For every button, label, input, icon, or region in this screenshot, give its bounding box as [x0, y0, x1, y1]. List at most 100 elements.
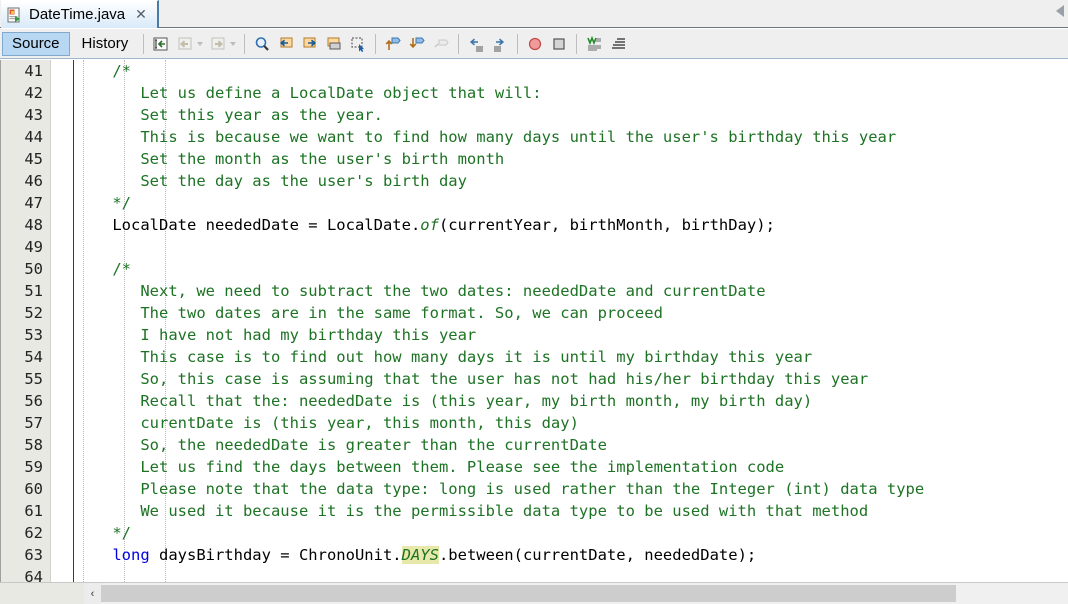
code-line[interactable]: This is because we want to find how many…	[75, 126, 1068, 148]
back-icon[interactable]	[174, 33, 196, 55]
editor-tab-bar: DateTime.java ✕	[0, 0, 1068, 28]
code-line[interactable]: */	[75, 522, 1068, 544]
code-line[interactable]: Let us define a LocalDate object that wi…	[75, 82, 1068, 104]
code-line[interactable]: /*	[75, 258, 1068, 280]
line-number: 43	[24, 106, 43, 124]
line-number: 56	[24, 392, 43, 410]
code-line[interactable]	[75, 566, 1068, 582]
line-number: 46	[24, 172, 43, 190]
code-token: Let us define a LocalDate object that wi…	[75, 84, 542, 102]
code-token: Set the day as the user's birth day	[75, 172, 467, 190]
code-token: I have not had my birthday this year	[75, 326, 477, 344]
tab-history[interactable]: History	[72, 32, 139, 56]
toolbar-separator	[375, 33, 377, 54]
last-edit-icon[interactable]	[150, 33, 172, 55]
java-file-icon	[7, 7, 23, 23]
code-token: This case is to find out how many days i…	[75, 348, 813, 366]
line-number: 50	[24, 260, 43, 278]
line-number: 64	[24, 568, 43, 582]
scrollbar-corner	[0, 582, 84, 604]
code-token: Please note that the data type: long is …	[75, 480, 925, 498]
line-number: 48	[24, 216, 43, 234]
line-number: 59	[24, 458, 43, 476]
code-line[interactable]: So, the neededDate is greater than the c…	[75, 434, 1068, 456]
line-number: 52	[24, 304, 43, 322]
horizontal-scrollbar[interactable]: ‹	[0, 582, 1068, 604]
code-token: We used it because it is the permissible…	[75, 502, 869, 520]
tab-source[interactable]: Source	[2, 31, 70, 56]
editor-toolbar: Source History	[0, 29, 1068, 59]
tab-source-label: Source	[12, 35, 60, 52]
uncomment-icon[interactable]	[607, 33, 629, 55]
code-token: Let us find the days between them. Pleas…	[75, 458, 785, 476]
file-tab-datetime-java[interactable]: DateTime.java ✕	[1, 0, 159, 28]
code-line[interactable]: */	[75, 192, 1068, 214]
line-number: 63	[24, 546, 43, 564]
line-number: 41	[24, 62, 43, 80]
code-line[interactable]: Set the day as the user's birth day	[75, 170, 1068, 192]
toggle-bookmark-icon[interactable]	[430, 33, 452, 55]
code-token: Next, we need to subtract the two dates:…	[75, 282, 766, 300]
code-line[interactable]: Please note that the data type: long is …	[75, 478, 1068, 500]
code-token: (currentYear, birthMonth, birthDay);	[438, 216, 775, 234]
toolbar-separator	[576, 33, 578, 54]
code-line[interactable]: Let us find the days between them. Pleas…	[75, 456, 1068, 478]
stop-macro-recording-icon[interactable]	[548, 33, 570, 55]
code-token: .between(currentDate, neededDate);	[438, 546, 757, 564]
line-number: 57	[24, 414, 43, 432]
line-number: 47	[24, 194, 43, 212]
next-bookmark-icon[interactable]	[406, 33, 428, 55]
shift-line-left-icon[interactable]	[465, 33, 487, 55]
line-number: 62	[24, 524, 43, 542]
code-line[interactable]: I have not had my birthday this year	[75, 324, 1068, 346]
code-token: */	[75, 194, 131, 212]
scrollbar-track[interactable]	[101, 583, 1068, 604]
find-previous-icon[interactable]	[275, 33, 297, 55]
code-line[interactable]: /*	[75, 60, 1068, 82]
shift-line-right-icon[interactable]	[489, 33, 511, 55]
code-token: Set the month as the user's birth month	[75, 150, 505, 168]
line-number: 58	[24, 436, 43, 454]
forward-dropdown-icon[interactable]	[230, 41, 237, 46]
tab-history-label: History	[81, 35, 129, 52]
line-number: 42	[24, 84, 43, 102]
glyph-margin[interactable]	[52, 60, 74, 582]
find-next-icon[interactable]	[299, 33, 321, 55]
code-line[interactable]: long daysBirthday = ChronoUnit.DAYS.betw…	[75, 544, 1068, 566]
code-line[interactable]: Set this year as the year.	[75, 104, 1068, 126]
previous-bookmark-icon[interactable]	[382, 33, 404, 55]
toggle-rectangular-selection-icon[interactable]	[347, 33, 369, 55]
code-line[interactable]: We used it because it is the permissible…	[75, 500, 1068, 522]
code-line[interactable]: curentDate is (this year, this month, th…	[75, 412, 1068, 434]
find-selection-icon[interactable]	[251, 33, 273, 55]
code-line[interactable]: This case is to find out how many days i…	[75, 346, 1068, 368]
code-line[interactable]	[75, 236, 1068, 258]
start-macro-recording-icon[interactable]	[524, 33, 546, 55]
code-line[interactable]: Set the month as the user's birth month	[75, 148, 1068, 170]
scroll-left-icon[interactable]: ‹	[84, 583, 101, 604]
horizontal-scroll-thumb[interactable]	[101, 585, 956, 602]
toggle-highlight-icon[interactable]	[323, 33, 345, 55]
close-icon[interactable]: ✕	[131, 7, 149, 23]
code-editor[interactable]: 41 42 43 44 45 46 47 48 49 50 51 52 53 54 55 56 57 58 59 60…	[0, 60, 1068, 582]
line-number: 49	[24, 238, 43, 256]
back-dropdown-icon[interactable]	[197, 41, 204, 46]
toolbar-separator	[244, 33, 246, 54]
code-token: of	[420, 216, 439, 234]
comment-icon[interactable]	[583, 33, 605, 55]
file-tab-label: DateTime.java	[29, 6, 126, 23]
code-token: So, this case is assuming that the user …	[75, 370, 869, 388]
forward-icon[interactable]	[207, 33, 229, 55]
code-line[interactable]: Recall that the: neededDate is (this yea…	[75, 390, 1068, 412]
code-line[interactable]: Next, we need to subtract the two dates:…	[75, 280, 1068, 302]
toolbar-separator	[143, 33, 145, 54]
code-token: This is because we want to find how many…	[75, 128, 897, 146]
code-line[interactable]: LocalDate neededDate = LocalDate.of(curr…	[75, 214, 1068, 236]
code-line[interactable]: So, this case is assuming that the user …	[75, 368, 1068, 390]
tab-overflow-icon[interactable]	[1056, 5, 1064, 17]
line-number: 60	[24, 480, 43, 498]
code-line[interactable]: The two dates are in the same format. So…	[75, 302, 1068, 324]
code-token: Set this year as the year.	[75, 106, 383, 124]
code-text-area[interactable]: /* Let us define a LocalDate object that…	[75, 60, 1068, 582]
